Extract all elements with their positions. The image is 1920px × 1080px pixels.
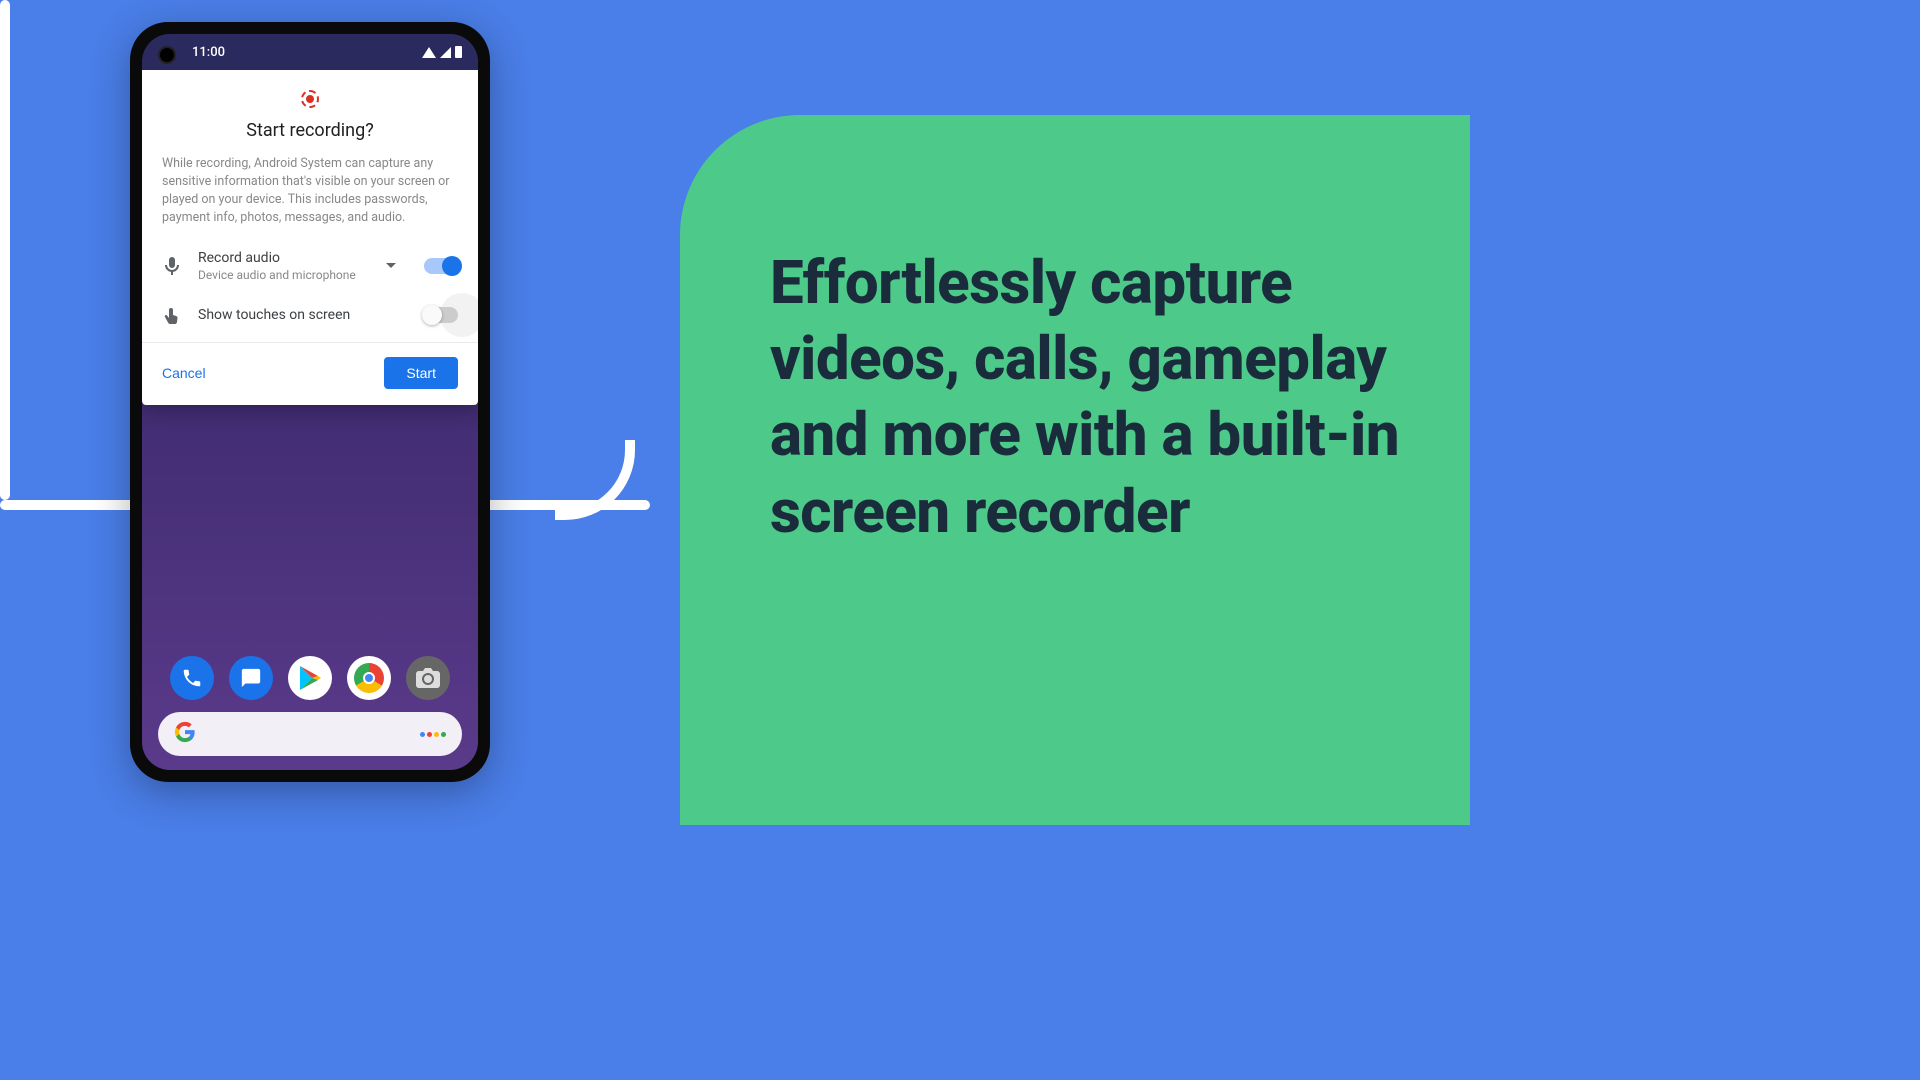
feature-headline: Effortlessly capture videos, calls, game…: [770, 245, 1410, 550]
signal-icon: [440, 47, 451, 58]
decorative-line-vertical: [0, 0, 10, 500]
play-store-app-icon[interactable]: [288, 656, 332, 700]
dialog-body: While recording, Android System can capt…: [142, 149, 478, 238]
dialog-actions: Cancel Start: [142, 343, 478, 405]
camera-app-icon[interactable]: [406, 656, 450, 700]
battery-icon: [455, 46, 462, 58]
google-search-bar[interactable]: [158, 712, 462, 756]
show-touches-row[interactable]: Show touches on screen: [142, 294, 478, 336]
messages-app-icon[interactable]: [229, 656, 273, 700]
chrome-app-icon[interactable]: [347, 656, 391, 700]
google-g-icon: [174, 721, 196, 747]
status-time: 11:00: [192, 45, 225, 60]
wifi-icon: [422, 47, 436, 58]
record-audio-label: Record audio: [198, 250, 370, 266]
start-button[interactable]: Start: [384, 357, 458, 389]
show-touches-label: Show touches on screen: [198, 307, 408, 323]
feature-panel: Effortlessly capture videos, calls, game…: [680, 115, 1470, 825]
status-bar: 11:00: [142, 34, 478, 70]
show-touches-text: Show touches on screen: [198, 307, 408, 323]
recording-dialog: Start recording? While recording, Androi…: [142, 70, 478, 405]
camera-hole-icon: [160, 48, 174, 62]
phone-app-icon[interactable]: [170, 656, 214, 700]
home-dock: [142, 656, 478, 700]
show-touches-toggle[interactable]: [424, 307, 458, 323]
dialog-title: Start recording?: [158, 120, 462, 141]
record-audio-text: Record audio Device audio and microphone: [198, 250, 370, 282]
record-icon: [301, 90, 319, 108]
assistant-icon[interactable]: [420, 732, 446, 737]
record-audio-sub: Device audio and microphone: [198, 268, 370, 282]
phone-screen: 11:00 Start recording? While recording, …: [142, 34, 478, 770]
phone-frame: 11:00 Start recording? While recording, …: [130, 22, 490, 782]
record-icon-dot: [306, 95, 314, 103]
record-audio-toggle[interactable]: [424, 258, 458, 274]
status-icons: [422, 46, 462, 58]
record-audio-row[interactable]: Record audio Device audio and microphone: [142, 238, 478, 294]
cancel-button[interactable]: Cancel: [162, 365, 206, 381]
touch-icon: [162, 306, 182, 324]
chevron-down-icon[interactable]: [386, 263, 396, 268]
dialog-header: Start recording?: [142, 70, 478, 149]
microphone-icon: [162, 257, 182, 275]
